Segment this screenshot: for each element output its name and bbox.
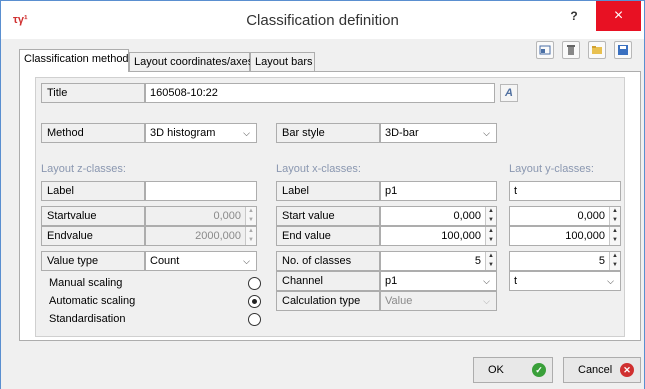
y-end-stepper[interactable]: 100,000 ▲ ▼ [509,226,621,246]
tab-layout-coordinates[interactable]: Layout coordinates/axes [129,52,253,71]
z-classes-heading: Layout z-classes: [41,163,126,175]
title-label: Title [41,83,145,103]
y-start-stepper[interactable]: 0,000 ▲ ▼ [509,206,621,226]
delete-icon[interactable] [562,41,580,59]
spin-arrows-icon: ▲ ▼ [245,207,256,225]
automatic-scaling-label: Automatic scaling [49,295,136,307]
classification-method-panel: Title 160508-10:22 A Method 3D histogram… [35,77,625,337]
save-icon[interactable] [614,41,632,59]
y-channel-value: t [514,275,518,287]
calculation-type-value: Value [385,295,413,307]
spin-arrows-icon[interactable]: ▲ ▼ [485,207,496,225]
z-end-label: Endvalue [41,226,145,246]
automatic-scaling-radio[interactable] [248,295,261,308]
z-start-stepper: 0,000 ▲ ▼ [145,206,257,226]
window-title: Classification definition [246,12,399,29]
x-label-input[interactable]: p1 [380,181,497,201]
x-end-label: End value [276,226,380,246]
z-start-label: Startvalue [41,206,145,226]
z-end-stepper: 2000,000 ▲ ▼ [145,226,257,246]
cancel-button[interactable]: Cancel ✕ [563,357,641,383]
properties-icon[interactable] [536,41,554,59]
standardisation-radio[interactable] [248,313,261,326]
ok-button[interactable]: OK ✓ [473,357,553,383]
x-num-classes-stepper[interactable]: 5 ▲ ▼ [380,251,497,271]
y-classes-heading: Layout y-classes: [509,163,594,175]
title-bar: τγ¹ Classification definition ? × [1,1,644,39]
value-type-label: Value type [41,251,145,271]
x-channel-label: Channel [276,271,380,291]
spin-arrows-icon: ▲ ▼ [245,227,256,245]
manual-scaling-label: Manual scaling [49,277,123,289]
tab-classification-method[interactable]: Classification method [19,49,129,72]
x-label-label: Label [276,181,380,201]
bar-style-label: Bar style [276,123,380,143]
checkmark-icon: ✓ [532,363,546,377]
method-label: Method [41,123,145,143]
x-classes-heading: Layout x-classes: [276,163,361,175]
method-select[interactable]: 3D histogram ⌵ [145,123,257,143]
spin-arrows-icon[interactable]: ▲ ▼ [485,252,496,270]
cancel-x-icon: ✕ [620,363,634,377]
x-num-classes-label: No. of classes [276,251,380,271]
spin-arrows-icon[interactable]: ▲ ▼ [485,227,496,245]
x-end-value: 100,000 [441,230,481,242]
x-start-stepper[interactable]: 0,000 ▲ ▼ [380,206,497,226]
ok-label: OK [488,364,504,376]
method-value: 3D histogram [150,127,216,139]
open-folder-icon[interactable] [588,41,606,59]
x-channel-select[interactable]: p1 ⌵ [380,271,497,291]
dialog-footer: OK ✓ Cancel ✕ [1,347,644,389]
chevron-down-icon: ⌵ [243,128,250,138]
standardisation-label: Standardisation [49,313,126,325]
chevron-down-icon: ⌵ [483,128,490,138]
tab-panel: Title 160508-10:22 A Method 3D histogram… [19,71,641,341]
spin-arrows-icon[interactable]: ▲ ▼ [609,252,620,270]
y-end-value: 100,000 [565,230,605,242]
y-channel-select[interactable]: t ⌵ [509,271,621,291]
chevron-down-icon: ⌵ [483,276,490,286]
bar-style-select[interactable]: 3D-bar ⌵ [380,123,497,143]
chevron-down-icon: ⌵ [243,256,250,266]
manual-scaling-radio[interactable] [248,277,261,290]
calculation-type-select: Value ⌵ [380,291,497,311]
spin-arrows-icon[interactable]: ▲ ▼ [609,227,620,245]
y-start-value: 0,000 [577,210,605,222]
x-end-stepper[interactable]: 100,000 ▲ ▼ [380,226,497,246]
chevron-down-icon: ⌵ [483,296,490,306]
bar-style-value: 3D-bar [385,127,419,139]
calculation-type-label: Calculation type [276,291,380,311]
tab-layout-bars[interactable]: Layout bars [250,52,315,71]
z-label-label: Label [41,181,145,201]
title-input[interactable]: 160508-10:22 [145,83,495,103]
z-end-value: 2000,000 [195,230,241,242]
x-channel-value: p1 [385,275,398,287]
cancel-label: Cancel [578,364,613,376]
z-start-value: 0,000 [213,210,241,222]
x-num-classes-value: 5 [474,255,481,267]
spin-arrows-icon[interactable]: ▲ ▼ [609,207,620,225]
y-num-classes-value: 5 [598,255,605,267]
font-button[interactable]: A [500,84,518,102]
x-start-value: 0,000 [453,210,481,222]
value-type-select[interactable]: Count ⌵ [145,251,257,271]
close-button[interactable]: × [596,1,641,31]
classification-dialog: τγ¹ Classification definition ? × Classi… [0,0,645,389]
help-button[interactable]: ? [561,6,587,26]
z-label-input[interactable] [145,181,257,201]
chevron-down-icon: ⌵ [607,276,614,286]
y-num-classes-stepper[interactable]: 5 ▲ ▼ [509,251,621,271]
x-start-label: Start value [276,206,380,226]
value-type-value: Count [150,255,180,267]
y-label-input[interactable]: t [509,181,621,201]
